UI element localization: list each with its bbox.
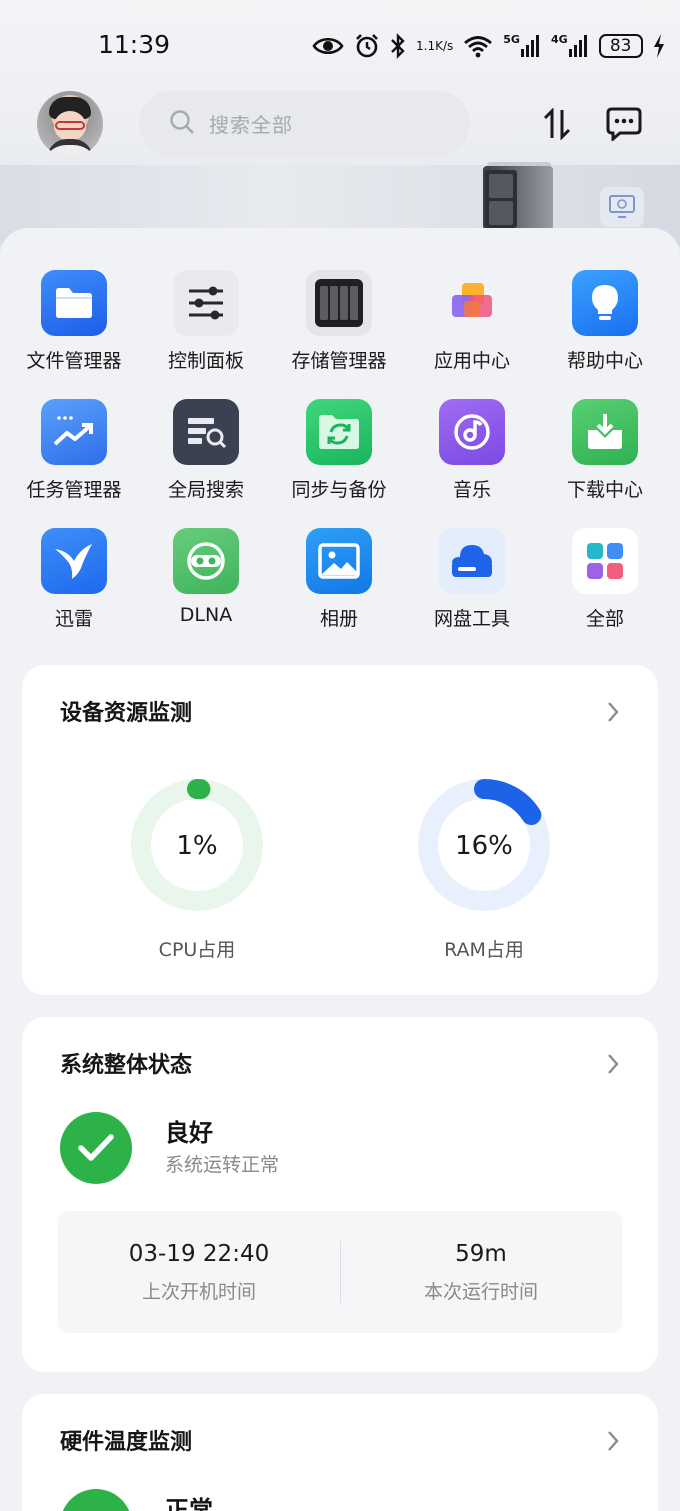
message-icon[interactable] xyxy=(604,104,644,144)
eye-icon xyxy=(312,35,344,57)
app-label: 同步与备份 xyxy=(291,479,387,501)
net-speed-value: 1.1 xyxy=(416,39,436,53)
app-label: 存储管理器 xyxy=(291,350,387,372)
net-speed: 1.1 K/s xyxy=(416,40,453,52)
app-label: 相册 xyxy=(319,608,358,630)
card-title: 系统整体状态 xyxy=(60,1053,193,1078)
resource-monitor-card[interactable]: 设备资源监测 1% CPU占用 16% RAM占用 xyxy=(22,665,658,995)
app-global-search[interactable]: 全局搜索 xyxy=(140,399,272,517)
charging-bolt-icon xyxy=(653,34,665,58)
ram-percent: 16% xyxy=(455,831,513,861)
app-dlna[interactable]: DLNA xyxy=(140,528,272,646)
thunder-bird-icon xyxy=(41,528,107,594)
status-time: 11:39 xyxy=(98,30,171,59)
status-bar: 11:39 1.1 K/s 5G 4G 83 xyxy=(0,0,680,90)
app-label: DLNA xyxy=(179,604,233,626)
app-sync-backup[interactable]: 同步与备份 xyxy=(273,399,405,517)
app-all[interactable]: 全部 xyxy=(539,528,671,646)
check-circle-icon xyxy=(60,1489,132,1511)
app-help-center[interactable]: 帮助中心 xyxy=(539,270,671,388)
app-label: 网盘工具 xyxy=(433,608,510,630)
app-label: 控制面板 xyxy=(167,350,244,372)
signal-5g-label: 5G xyxy=(503,32,520,46)
app-center-icon xyxy=(439,270,505,336)
bluetooth-icon xyxy=(390,33,406,59)
app-xunlei[interactable]: 迅雷 xyxy=(8,528,140,646)
last-boot: 03-19 22:40 上次开机时间 xyxy=(58,1241,340,1304)
signal-bars-icon xyxy=(568,35,587,57)
sliders-icon xyxy=(173,270,239,336)
transfer-icon[interactable] xyxy=(537,104,577,144)
hardware-temp-card[interactable]: 硬件温度监测 正常 xyxy=(22,1394,658,1511)
app-label: 任务管理器 xyxy=(26,479,122,501)
app-label: 音乐 xyxy=(452,479,491,501)
nas-device-image xyxy=(483,160,553,230)
app-label: 文件管理器 xyxy=(26,350,122,372)
dlna-icon xyxy=(173,528,239,594)
app-control-panel[interactable]: 控制面板 xyxy=(140,270,272,388)
app-download-center[interactable]: 下载中心 xyxy=(539,399,671,517)
music-icon xyxy=(439,399,505,465)
cpu-label: CPU占用 xyxy=(158,939,236,961)
card-title: 硬件温度监测 xyxy=(60,1430,193,1455)
temp-state: 正常 xyxy=(165,1496,213,1511)
signal-5g: 5G xyxy=(503,32,541,57)
app-label: 迅雷 xyxy=(54,608,93,630)
signal-4g: 4G xyxy=(550,32,589,57)
net-speed-unit: K/s xyxy=(435,39,454,53)
remote-screen-icon[interactable] xyxy=(600,187,644,227)
app-photo-album[interactable]: 相册 xyxy=(273,528,405,646)
battery-indicator: 83 xyxy=(598,34,643,58)
uptime-label: 本次运行时间 xyxy=(423,1281,538,1303)
last-boot-value: 03-19 22:40 xyxy=(128,1241,270,1267)
system-status-card[interactable]: 系统整体状态 良好 系统运转正常 03-19 22:40 上次开机时间 59m … xyxy=(22,1017,658,1372)
uptime-panel: 03-19 22:40 上次开机时间 59m 本次运行时间 xyxy=(58,1211,622,1333)
search-input[interactable]: 搜索全部 xyxy=(209,109,293,138)
app-file-manager[interactable]: 文件管理器 xyxy=(8,270,140,388)
app-label: 全部 xyxy=(585,608,624,630)
lightbulb-icon xyxy=(572,270,638,336)
app-label: 帮助中心 xyxy=(566,350,643,372)
app-label: 下载中心 xyxy=(566,479,643,501)
folder-icon xyxy=(41,270,107,336)
app-label: 应用中心 xyxy=(433,350,510,372)
app-label: 全局搜索 xyxy=(167,479,244,501)
last-boot-label: 上次开机时间 xyxy=(141,1281,256,1303)
signal-4g-label: 4G xyxy=(550,32,568,46)
alarm-icon xyxy=(354,33,380,59)
global-search-icon xyxy=(173,399,239,465)
search-bar[interactable]: 搜索全部 xyxy=(139,91,470,156)
chevron-right-icon[interactable] xyxy=(606,1053,620,1075)
chevron-right-icon[interactable] xyxy=(606,1430,620,1452)
app-cloud-drive-tool[interactable]: 网盘工具 xyxy=(406,528,538,646)
ram-label: RAM占用 xyxy=(444,939,524,961)
status-icons: 1.1 K/s 5G 4G 83 xyxy=(312,30,665,62)
app-storage-manager[interactable]: 存储管理器 xyxy=(273,270,405,388)
system-state: 良好 xyxy=(165,1119,213,1147)
wifi-icon xyxy=(463,34,493,58)
app-app-center[interactable]: 应用中心 xyxy=(406,270,538,388)
cloud-drive-icon xyxy=(439,528,505,594)
task-chart-icon xyxy=(41,399,107,465)
search-icon xyxy=(169,109,195,139)
check-circle-icon xyxy=(60,1112,132,1184)
current-uptime: 59m 本次运行时间 xyxy=(340,1241,622,1304)
grid-all-icon xyxy=(572,528,638,594)
storage-icon xyxy=(306,270,372,336)
signal-bars-icon xyxy=(520,35,539,57)
system-state-desc: 系统运转正常 xyxy=(165,1154,280,1176)
download-icon xyxy=(572,399,638,465)
app-music[interactable]: 音乐 xyxy=(406,399,538,517)
avatar[interactable] xyxy=(37,91,103,157)
card-title: 设备资源监测 xyxy=(60,701,193,726)
sync-folder-icon xyxy=(306,399,372,465)
app-task-manager[interactable]: 任务管理器 xyxy=(8,399,140,517)
uptime-value: 59m xyxy=(455,1241,507,1267)
cpu-percent: 1% xyxy=(176,831,218,861)
photo-icon xyxy=(306,528,372,594)
chevron-right-icon[interactable] xyxy=(606,701,620,723)
